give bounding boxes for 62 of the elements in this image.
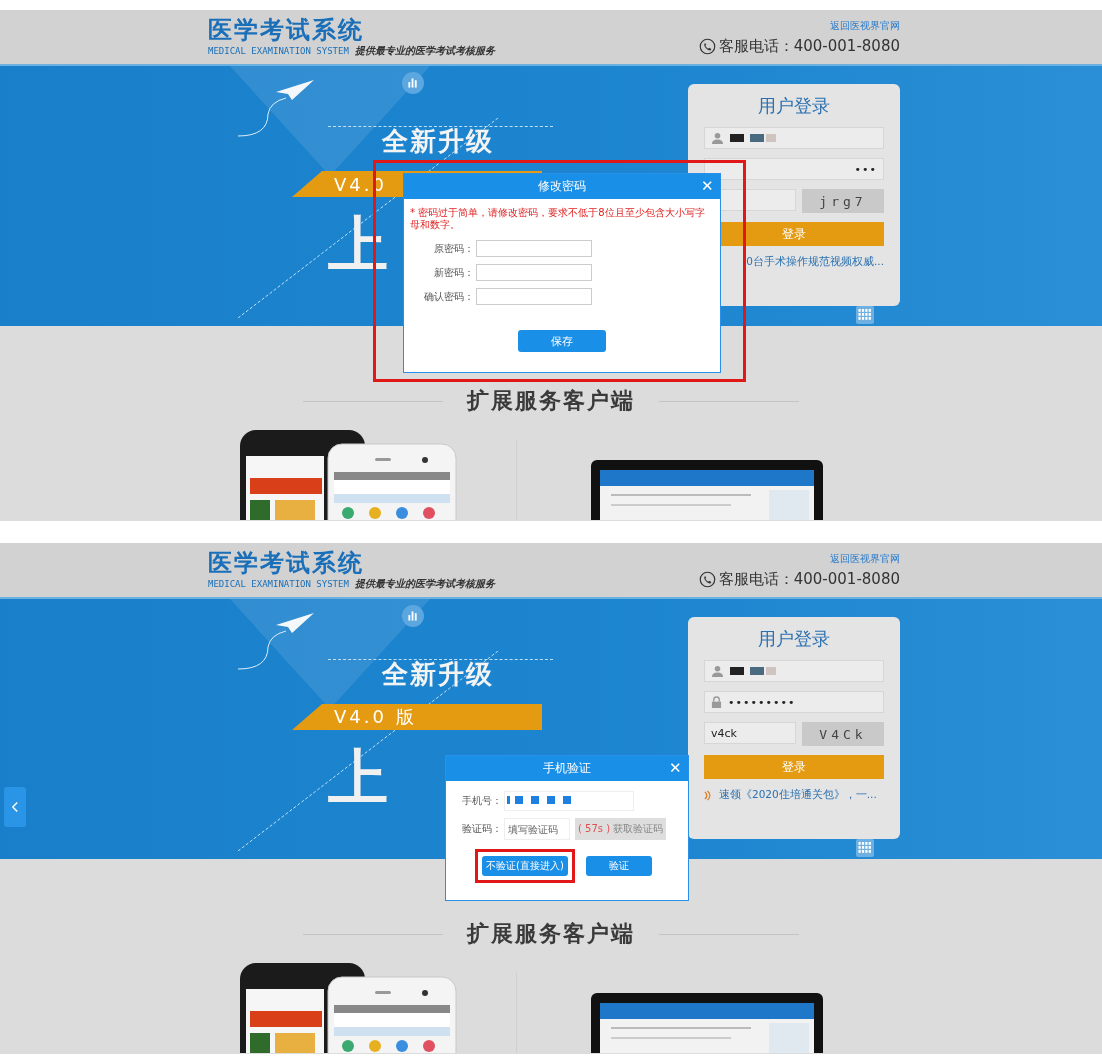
user-icon <box>711 131 724 145</box>
banner-headline: 全新升级 <box>382 658 494 691</box>
phone-icon <box>698 37 716 55</box>
official-site-link[interactable]: 返回医视界官网 <box>830 551 900 566</box>
grid-icon[interactable] <box>856 839 874 857</box>
hotline-text: 客服电话：400-001-8080 <box>718 569 900 589</box>
save-button[interactable]: 保存 <box>518 330 606 352</box>
promo-link[interactable]: 0台手术操作规范视频权威... <box>746 255 884 269</box>
logo-subtitle: MEDICAL EXAMINATION SYSTEM <box>208 579 349 589</box>
banner-big-text: 上 <box>328 741 396 814</box>
section-title: 扩展服务客户端 <box>467 387 635 415</box>
phone-input[interactable] <box>504 791 634 811</box>
code-input[interactable]: 填写验证码 <box>504 818 570 840</box>
lock-icon <box>711 695 722 709</box>
captcha-image[interactable]: V4Ck <box>802 722 884 746</box>
password-dots: ••• <box>854 162 877 176</box>
hotline-text: 客服电话：400-001-8080 <box>718 36 900 56</box>
phone-label: 手机号： <box>461 794 502 808</box>
field-label: 确认密码： <box>423 289 474 304</box>
warning-text: * 密码过于简单，请修改密码，要求不低于8位且至少包含大小写字母和数字。 <box>410 207 706 231</box>
official-site-link[interactable]: 返回医视界官网 <box>830 18 900 33</box>
password-input[interactable] <box>476 240 592 257</box>
sound-icon <box>704 789 713 801</box>
captcha-input[interactable]: v4ck <box>704 722 796 744</box>
side-tab-button[interactable] <box>4 787 26 827</box>
password-field[interactable]: ••••••••• <box>704 691 884 713</box>
verify-button[interactable]: 验证 <box>585 856 652 876</box>
grid-icon[interactable] <box>856 306 874 324</box>
paper-plane-icon <box>236 611 316 671</box>
skip-verify-button[interactable]: 不验证(直接进入) <box>482 856 568 876</box>
field-label: 新密码： <box>433 265 474 280</box>
dialog-title: 修改密码 <box>538 178 586 195</box>
chevron-icon <box>12 801 18 813</box>
captcha-value: v4ck <box>711 726 737 740</box>
get-code-button[interactable]: ( 57s ) 获取验证码 <box>575 818 667 840</box>
password-input[interactable] <box>476 264 592 281</box>
bar-chart-icon <box>402 605 424 627</box>
username-field[interactable] <box>704 660 884 682</box>
version-text: V4.0 版 <box>334 705 417 729</box>
login-button[interactable]: 登录 <box>704 755 884 779</box>
captcha-image[interactable]: jrg7 <box>802 189 884 213</box>
password-input[interactable] <box>476 288 592 305</box>
username-field[interactable] <box>704 127 884 149</box>
code-label: 验证码： <box>461 822 502 836</box>
phone-icon <box>698 570 716 588</box>
banner-headline: 全新升级 <box>382 125 494 158</box>
slogan: 提供最专业的医学考试考核服务 <box>354 44 495 58</box>
user-icon <box>711 664 724 678</box>
slogan: 提供最专业的医学考试考核服务 <box>354 577 495 591</box>
promo-link[interactable]: 速领《2020住培通关包》，一... <box>719 788 877 802</box>
login-title: 用户登录 <box>757 627 831 651</box>
password-dots: ••••••••• <box>728 695 796 709</box>
paper-plane-icon <box>236 78 316 138</box>
field-label: 原密码： <box>433 241 474 256</box>
password-field[interactable]: ••• <box>704 158 884 180</box>
login-title: 用户登录 <box>757 94 831 118</box>
bar-chart-icon <box>402 72 424 94</box>
logo-title: 医学考试系统 <box>208 16 365 44</box>
section-title: 扩展服务客户端 <box>467 920 635 948</box>
logo-title: 医学考试系统 <box>208 549 365 577</box>
dialog-title: 手机验证 <box>543 760 591 777</box>
logo-subtitle: MEDICAL EXAMINATION SYSTEM <box>208 46 349 56</box>
